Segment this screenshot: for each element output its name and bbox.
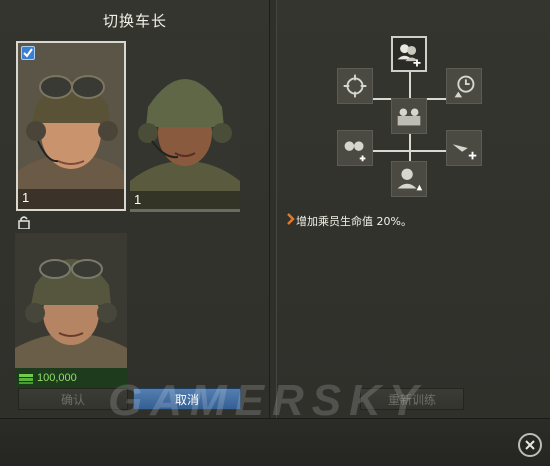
- money-stack-icon: [19, 374, 33, 384]
- dialog-title: 切换车长: [102, 12, 167, 30]
- skill-repair[interactable]: [446, 130, 482, 166]
- wrench-add-icon: [452, 144, 477, 160]
- crosshair-icon: [343, 74, 367, 98]
- commander-card-2[interactable]: 1: [130, 41, 240, 211]
- clock-icon: [454, 75, 475, 98]
- crew-upgrade-icon: [397, 168, 423, 191]
- close-button[interactable]: [518, 433, 542, 457]
- price-value: 100,000: [37, 372, 77, 384]
- close-icon: [525, 440, 535, 450]
- binoculars-icon: [344, 141, 366, 162]
- skill-target[interactable]: [337, 68, 373, 104]
- skill-reload-speed[interactable]: [446, 68, 482, 104]
- commander-portrait-1: [18, 43, 124, 209]
- skill-crew-upgrade[interactable]: [391, 161, 427, 197]
- skill-description: 增加乘员生命值 20%。: [296, 215, 412, 228]
- skill-binoculars[interactable]: [337, 130, 373, 166]
- commander-card-3[interactable]: [15, 233, 127, 368]
- commander-level-1: 1: [22, 190, 30, 205]
- card-level-bar: [130, 191, 240, 211]
- lock-icon[interactable]: [18, 215, 30, 229]
- commander-level-2: 1: [134, 192, 142, 207]
- card-level-bar: [18, 189, 124, 209]
- card-divider: [130, 209, 240, 212]
- commander-portrait-3: [15, 233, 127, 368]
- skill-crew-group[interactable]: [391, 98, 427, 134]
- dialog-footer: [0, 418, 550, 466]
- commander-card-1[interactable]: 1: [16, 41, 126, 211]
- commander-portrait-2: [130, 41, 240, 211]
- crew-group-icon: [397, 108, 421, 126]
- crew-add-icon: [397, 44, 421, 67]
- skill-crew-add[interactable]: [391, 36, 427, 72]
- checkmark-icon: [21, 46, 35, 60]
- bullet-arrow-icon: [287, 213, 295, 225]
